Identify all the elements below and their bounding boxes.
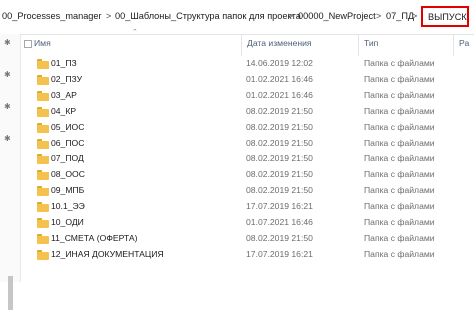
item-type: Папка с файлами [364, 201, 435, 212]
breadcrumb-item-newproject[interactable]: 00000_NewProject [298, 11, 376, 21]
item-name: 03_АР [51, 89, 77, 100]
list-item[interactable]: 10.1_ЭЭ 17.07.2019 16:21 Папка с файлами [20, 199, 474, 215]
pin-icon: ✱ [4, 102, 11, 111]
item-type: Папка с файлами [364, 73, 435, 84]
navigation-pane[interactable]: ✱ ✱ ✱ ✱ [0, 34, 21, 310]
navigation-scrollbar[interactable] [8, 276, 13, 310]
item-date: 17.07.2019 16:21 [246, 248, 313, 259]
select-all-checkbox[interactable] [24, 40, 32, 48]
folder-icon [37, 202, 49, 213]
folder-icon [37, 59, 49, 69]
item-type: Папка с файлами [364, 89, 435, 100]
breadcrumb-separator-icon[interactable]: > [412, 11, 417, 21]
folder-icon [37, 106, 49, 117]
breadcrumb-item-07-pd[interactable]: 07_ПД [386, 11, 414, 21]
breadcrumb-separator-icon[interactable]: > [376, 11, 381, 21]
column-header-name[interactable]: Имя [34, 38, 51, 48]
item-date: 08.02.2019 21:50 [246, 153, 313, 164]
folder-icon [37, 218, 49, 228]
item-date: 08.02.2019 21:50 [246, 232, 313, 243]
item-name: 05_ИОС [51, 121, 85, 132]
list-item[interactable]: 11_СМЕТА (ОФЕРТА) 08.02.2019 21:50 Папка с… [20, 231, 474, 247]
breadcrumb-item-processes-manager[interactable]: 00_Processes_manager [2, 11, 102, 21]
column-divider[interactable] [241, 34, 242, 56]
item-name: 10_ОДИ [51, 217, 84, 227]
breadcrumb-separator-icon[interactable]: > [288, 11, 293, 21]
item-name: 11_СМЕТА (ОФЕРТА) [51, 232, 138, 243]
item-name: 04_КР [51, 105, 77, 116]
pin-icon: ✱ [4, 134, 11, 143]
item-name: 12_ИНАЯ ДОКУМЕНТАЦИЯ [51, 248, 164, 259]
item-name: 02_ПЗУ [51, 73, 83, 84]
item-name: 08_ООС [51, 169, 85, 180]
item-name: 07_ПОД [51, 153, 84, 164]
list-item[interactable]: 02_ПЗУ 01.02.2021 16:46 Папка с файлами [20, 72, 474, 88]
column-header-type[interactable]: Тип [364, 38, 378, 48]
folder-icon [37, 74, 49, 85]
folder-icon [37, 154, 49, 165]
list-item[interactable]: 07_ПОД 08.02.2019 21:50 Папка с файлами [20, 151, 474, 167]
breadcrumb-separator-icon[interactable]: > [106, 11, 111, 21]
item-type: Папка с файлами [364, 248, 435, 259]
pin-icon: ✱ [4, 70, 11, 79]
folder-icon [37, 233, 49, 244]
address-bar[interactable]: 00_Processes_manager > 00_Шаблоны_Структ… [0, 0, 474, 35]
item-name: 01_ПЗ [51, 58, 77, 68]
column-header-date[interactable]: Дата изменения [247, 38, 312, 48]
list-item[interactable]: 10_ОДИ 01.07.2021 16:46 Папка с файлами [20, 215, 474, 231]
item-date: 14.06.2019 12:02 [246, 58, 313, 68]
item-date: 08.02.2019 21:50 [246, 121, 313, 132]
item-name: 09_МПБ [51, 185, 85, 196]
column-divider[interactable] [358, 34, 359, 56]
folder-icon [37, 122, 49, 133]
item-type: Папка с файлами [364, 217, 435, 227]
item-type: Папка с файлами [364, 232, 435, 243]
item-type: Папка с файлами [364, 137, 435, 148]
folder-icon [37, 90, 49, 101]
breadcrumb-item-templates[interactable]: 00_Шаблоны_Структура папок для проекта [115, 11, 301, 21]
pin-icon: ✱ [4, 38, 11, 47]
list-item[interactable]: 05_ИОС 08.02.2019 21:50 Папка с файлами [20, 120, 474, 136]
list-item[interactable]: 06_ПОС 08.02.2019 21:50 Папка с файлами [20, 136, 474, 152]
list-item[interactable]: 08_ООС 08.02.2019 21:50 Папка с файлами [20, 167, 474, 183]
list-item[interactable]: 12_ИНАЯ ДОКУМЕНТАЦИЯ 17.07.2019 16:21 Папк… [20, 247, 474, 263]
item-type: Папка с файлами [364, 169, 435, 180]
breadcrumb-current-label: ВЫПУСК [428, 12, 467, 22]
item-date: 08.02.2019 21:50 [246, 185, 313, 196]
item-date: 01.07.2021 16:46 [246, 217, 313, 227]
folder-icon [37, 170, 49, 181]
item-date: 08.02.2019 21:50 [246, 169, 313, 180]
item-date: 17.07.2019 16:21 [246, 201, 313, 212]
sort-up-icon: ⌃ [132, 29, 138, 36]
column-divider[interactable] [453, 34, 454, 56]
item-date: 01.02.2021 16:46 [246, 89, 313, 100]
item-name: 10.1_ЭЭ [51, 201, 85, 212]
folder-icon [37, 249, 49, 260]
item-date: 08.02.2019 21:50 [246, 137, 313, 148]
folder-icon [37, 186, 49, 197]
folder-icon [37, 138, 49, 149]
item-type: Папка с файлами [364, 58, 435, 68]
item-type: Папка с файлами [364, 153, 435, 164]
item-date: 08.02.2019 21:50 [246, 105, 313, 116]
list-item[interactable]: 04_КР 08.02.2019 21:50 Папка с файлами [20, 104, 474, 120]
item-date: 01.02.2021 16:46 [246, 73, 313, 84]
breadcrumb-current-folder[interactable]: ВЫПУСК [421, 6, 469, 27]
item-name: 06_ПОС [51, 137, 85, 148]
column-header-size[interactable]: Ра [459, 38, 469, 48]
list-item[interactable]: 03_АР 01.02.2021 16:46 Папка с файлами [20, 88, 474, 104]
list-item[interactable]: 01_ПЗ 14.06.2019 12:02 Папка с файлами [20, 56, 474, 72]
item-type: Папка с файлами [364, 105, 435, 116]
list-item[interactable]: 09_МПБ 08.02.2019 21:50 Папка с файлами [20, 183, 474, 199]
item-type: Папка с файлами [364, 121, 435, 132]
item-type: Папка с файлами [364, 185, 435, 196]
